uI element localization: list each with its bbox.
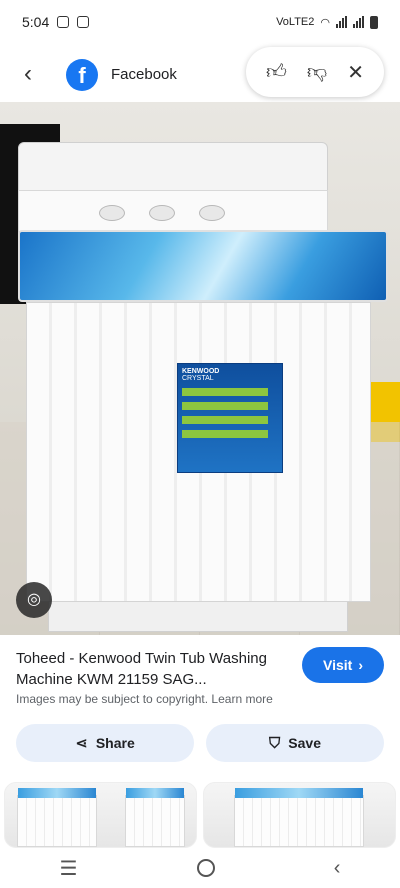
wifi-icon: ◠ bbox=[320, 16, 330, 29]
back-icon[interactable]: ‹ bbox=[24, 60, 32, 88]
status-bar: 5:04 VoLTE2 ◠ bbox=[0, 0, 400, 44]
chevron-right-icon: › bbox=[358, 657, 363, 673]
bookmark-icon: ⛉ bbox=[269, 734, 281, 752]
source-name[interactable]: Facebook bbox=[111, 66, 177, 83]
home-icon[interactable] bbox=[196, 859, 215, 877]
action-row: ⋖ Share ⛉ Save bbox=[16, 724, 384, 762]
result-info: Toheed - Kenwood Twin Tub Washing Machin… bbox=[16, 648, 286, 690]
machine-body: KENWOOD CRYSTAL bbox=[26, 302, 371, 602]
feedback-bar: 👍︎ 👎︎ ✕ bbox=[246, 47, 384, 97]
system-nav-bar: ☰ ‹ bbox=[0, 848, 400, 888]
recents-icon[interactable]: ☰ bbox=[60, 856, 78, 881]
machine-base bbox=[48, 602, 348, 632]
related-images bbox=[4, 782, 396, 848]
glass-lid bbox=[18, 230, 388, 302]
signal-icon-2 bbox=[353, 16, 364, 28]
facebook-logo-icon[interactable]: f bbox=[66, 59, 98, 91]
product-label: KENWOOD CRYSTAL bbox=[177, 363, 283, 473]
share-label: Share bbox=[95, 735, 135, 751]
save-button[interactable]: ⛉ Save bbox=[206, 724, 384, 762]
system-back-icon[interactable]: ‹ bbox=[334, 857, 341, 880]
result-title[interactable]: Toheed - Kenwood Twin Tub Washing Machin… bbox=[16, 648, 286, 690]
volte-label: VoLTE2 bbox=[276, 16, 315, 28]
result-image[interactable]: KENWOOD CRYSTAL ◎ bbox=[0, 102, 400, 635]
signal-icon bbox=[336, 16, 347, 28]
save-label: Save bbox=[288, 735, 321, 751]
status-time: 5:04 bbox=[22, 14, 50, 30]
visit-button[interactable]: Visit › bbox=[302, 647, 384, 683]
share-icon: ⋖ bbox=[75, 735, 88, 752]
copyright-note[interactable]: Images may be subject to copyright. Lear… bbox=[16, 692, 273, 706]
battery-icon bbox=[370, 15, 378, 29]
snapchat-notification-icon bbox=[57, 16, 70, 28]
close-icon[interactable]: ✕ bbox=[347, 60, 364, 85]
gallery-notification-icon bbox=[77, 16, 90, 28]
thumbs-up-icon[interactable]: 👍︎ bbox=[266, 60, 287, 84]
washing-machine-image: KENWOOD CRYSTAL bbox=[18, 142, 388, 632]
related-image-2[interactable] bbox=[203, 782, 396, 848]
result-header: ‹ f Facebook 👍︎ 👎︎ ✕ bbox=[0, 44, 400, 104]
visit-label: Visit bbox=[323, 657, 353, 673]
google-lens-icon[interactable]: ◎ bbox=[16, 582, 52, 618]
share-button[interactable]: ⋖ Share bbox=[16, 724, 194, 762]
thumbs-down-icon[interactable]: 👎︎ bbox=[307, 60, 327, 84]
related-image-1[interactable] bbox=[4, 782, 197, 848]
